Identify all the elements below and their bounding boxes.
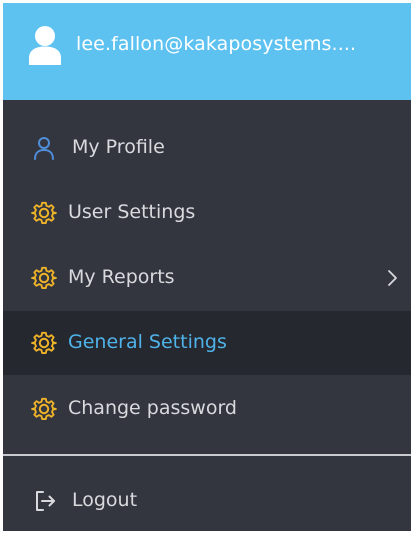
menu-item-user-settings[interactable]: User Settings [3,181,411,245]
user-email: lee.fallon@kakaposystems.... [76,33,357,55]
menu-item-label: My Reports [68,266,175,288]
logout-label: Logout [72,489,138,511]
gear-icon [31,266,57,290]
logout-button[interactable]: Logout [3,469,411,531]
menu-item-label: General Settings [68,331,227,353]
logout-icon [36,491,55,511]
menu-item-my-reports[interactable]: My Reports [3,246,411,310]
menu-item-label: User Settings [68,201,196,223]
menu-divider [3,454,411,456]
menu-item-my-profile[interactable]: My Profile [3,116,411,180]
gear-icon [31,397,57,421]
avatar-person-icon [29,26,61,65]
menu-item-general-settings[interactable]: General Settings [3,311,411,375]
menu-item-label: Change password [68,397,237,419]
user-menu-panel: lee.fallon@kakaposystems.... My Profile … [3,3,411,531]
chevron-right-icon [388,270,397,286]
gear-icon [31,331,57,355]
user-header: lee.fallon@kakaposystems.... [3,3,411,100]
menu-item-label: My Profile [72,136,165,158]
gear-icon [31,201,57,225]
menu-item-change-password[interactable]: Change password [3,377,411,441]
user-icon [34,137,54,160]
